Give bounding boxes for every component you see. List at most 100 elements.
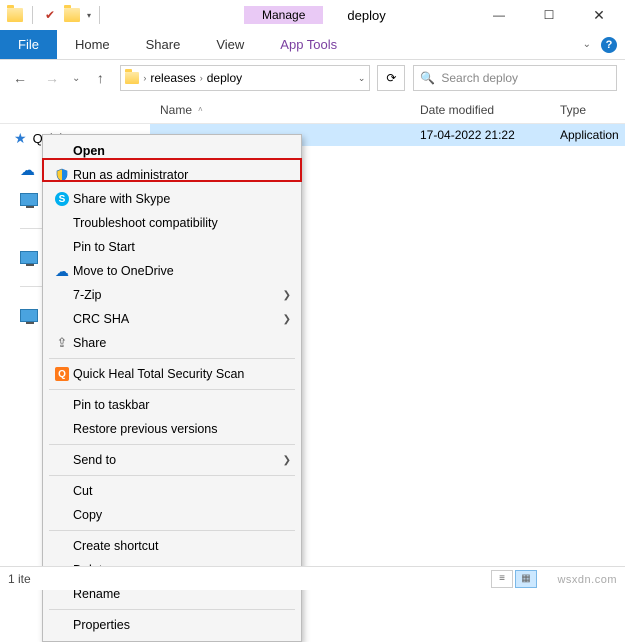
shield-icon xyxy=(55,168,69,182)
ctx-copy[interactable]: Copy xyxy=(45,503,299,527)
skype-icon: S xyxy=(55,192,69,206)
column-name[interactable]: Name ˄ xyxy=(160,103,420,117)
view-toggles: ≡ ▦ xyxy=(491,570,537,588)
ctx-send-to[interactable]: Send to ❯ xyxy=(45,448,299,472)
help-icon[interactable]: ? xyxy=(601,37,617,53)
ctx-pin-start[interactable]: Pin to Start xyxy=(45,235,299,259)
watermark: wsxdn.com xyxy=(557,574,617,586)
contextual-tab-manage[interactable]: Manage xyxy=(244,6,323,24)
qat-customize-caret[interactable]: ▾ xyxy=(87,11,91,20)
window-controls: — ☐ ✕ xyxy=(479,1,619,29)
status-item-count: 1 ite xyxy=(8,572,31,586)
ctx-share-skype[interactable]: S Share with Skype xyxy=(45,187,299,211)
ctx-create-shortcut[interactable]: Create shortcut xyxy=(45,534,299,558)
column-date-modified[interactable]: Date modified xyxy=(420,103,560,117)
ctx-crc-sha[interactable]: CRC SHA ❯ xyxy=(45,307,299,331)
title-bar: ✔ ▾ Manage deploy — ☐ ✕ xyxy=(0,0,625,30)
ctx-cut[interactable]: Cut xyxy=(45,479,299,503)
breadcrumb-deploy[interactable]: deploy xyxy=(207,71,242,85)
ctx-pin-taskbar-label: Pin to taskbar xyxy=(73,398,291,412)
folder-icon xyxy=(125,72,139,84)
app-tools-tab[interactable]: App Tools xyxy=(262,30,355,59)
breadcrumb-releases[interactable]: releases xyxy=(150,71,195,85)
search-placeholder: Search deploy xyxy=(441,71,518,85)
chevron-right-icon: ❯ xyxy=(283,290,291,301)
qat-new-folder-button[interactable] xyxy=(63,6,81,24)
file-date-cell: 17-04-2022 21:22 xyxy=(420,128,560,142)
search-icon: 🔍 xyxy=(420,71,435,85)
separator xyxy=(20,286,42,287)
address-bar[interactable]: › releases › deploy ⌄ xyxy=(120,65,370,91)
app-icon[interactable] xyxy=(6,6,24,24)
ctx-troubleshoot[interactable]: Troubleshoot compatibility xyxy=(45,211,299,235)
column-name-label: Name xyxy=(160,103,192,117)
share-tab[interactable]: Share xyxy=(128,30,199,59)
checkmark-icon: ✔ xyxy=(45,8,55,22)
back-button[interactable]: ← xyxy=(8,66,32,90)
home-tab[interactable]: Home xyxy=(57,30,128,59)
ctx-pin-taskbar[interactable]: Pin to taskbar xyxy=(45,393,299,417)
file-type-cell: Application xyxy=(560,128,619,142)
this-pc-icon[interactable] xyxy=(20,193,38,206)
folder-icon xyxy=(64,8,80,22)
ctx-properties-label: Properties xyxy=(73,618,291,632)
ctx-restore-prev[interactable]: Restore previous versions xyxy=(45,417,299,441)
ctx-share-label: Share xyxy=(73,336,291,350)
separator xyxy=(49,609,295,610)
column-type[interactable]: Type xyxy=(560,103,625,117)
ctx-send-to-label: Send to xyxy=(73,453,283,467)
ctx-open-label: Open xyxy=(73,144,291,158)
status-bar: 1 ite ≡ ▦ xyxy=(0,566,625,590)
ctx-restore-prev-label: Restore previous versions xyxy=(73,422,291,436)
refresh-button[interactable]: ⟳ xyxy=(377,65,405,91)
ctx-move-onedrive-label: Move to OneDrive xyxy=(73,264,291,278)
ctx-copy-label: Copy xyxy=(73,508,291,522)
chevron-right-icon: › xyxy=(143,73,146,83)
ctx-quickheal[interactable]: Q Quick Heal Total Security Scan xyxy=(45,362,299,386)
network-icon[interactable] xyxy=(20,309,38,322)
navigation-bar: ← → ⌄ ↑ › releases › deploy ⌄ ⟳ 🔍 Search… xyxy=(0,60,625,96)
star-icon: ★ xyxy=(14,130,27,147)
view-large-icons-button[interactable]: ▦ xyxy=(515,570,537,588)
ribbon-tabs: File Home Share View App Tools ⌄ ? xyxy=(0,30,625,60)
qat-properties-button[interactable]: ✔ xyxy=(41,6,59,24)
separator xyxy=(20,228,42,229)
ctx-share-skype-label: Share with Skype xyxy=(73,192,291,206)
forward-button[interactable]: → xyxy=(40,66,64,90)
ctx-open[interactable]: Open xyxy=(45,139,299,163)
ribbon-collapse-icon[interactable]: ⌄ xyxy=(583,39,591,50)
window-title: deploy xyxy=(347,8,385,23)
this-pc-icon[interactable] xyxy=(20,251,38,264)
ctx-create-shortcut-label: Create shortcut xyxy=(73,539,291,553)
separator xyxy=(32,6,33,24)
view-tab[interactable]: View xyxy=(198,30,262,59)
chevron-right-icon: › xyxy=(200,73,203,83)
up-button[interactable]: ↑ xyxy=(88,66,112,90)
recent-locations-caret[interactable]: ⌄ xyxy=(72,73,80,84)
search-input[interactable]: 🔍 Search deploy xyxy=(413,65,617,91)
separator xyxy=(49,389,295,390)
chevron-right-icon: ❯ xyxy=(283,314,291,325)
ctx-run-as-admin[interactable]: Run as administrator xyxy=(45,163,299,187)
chevron-right-icon: ❯ xyxy=(283,455,291,466)
separator xyxy=(49,358,295,359)
minimize-button[interactable]: — xyxy=(479,1,519,29)
address-dropdown-caret[interactable]: ⌄ xyxy=(358,73,366,84)
separator xyxy=(49,444,295,445)
ctx-share[interactable]: ⇪ Share xyxy=(45,331,299,355)
column-headers: Name ˄ Date modified Type xyxy=(0,96,625,124)
ctx-move-onedrive[interactable]: ☁ Move to OneDrive xyxy=(45,259,299,283)
ctx-crc-sha-label: CRC SHA xyxy=(73,312,283,326)
file-tab[interactable]: File xyxy=(0,30,57,59)
folder-icon xyxy=(7,8,23,22)
ctx-properties[interactable]: Properties xyxy=(45,613,299,637)
view-details-button[interactable]: ≡ xyxy=(491,570,513,588)
ctx-troubleshoot-label: Troubleshoot compatibility xyxy=(73,216,291,230)
close-button[interactable]: ✕ xyxy=(579,1,619,29)
separator xyxy=(49,530,295,531)
ctx-7zip-label: 7-Zip xyxy=(73,288,283,302)
separator xyxy=(99,6,100,24)
ctx-7zip[interactable]: 7-Zip ❯ xyxy=(45,283,299,307)
maximize-button[interactable]: ☐ xyxy=(529,1,569,29)
share-icon: ⇪ xyxy=(57,335,68,351)
